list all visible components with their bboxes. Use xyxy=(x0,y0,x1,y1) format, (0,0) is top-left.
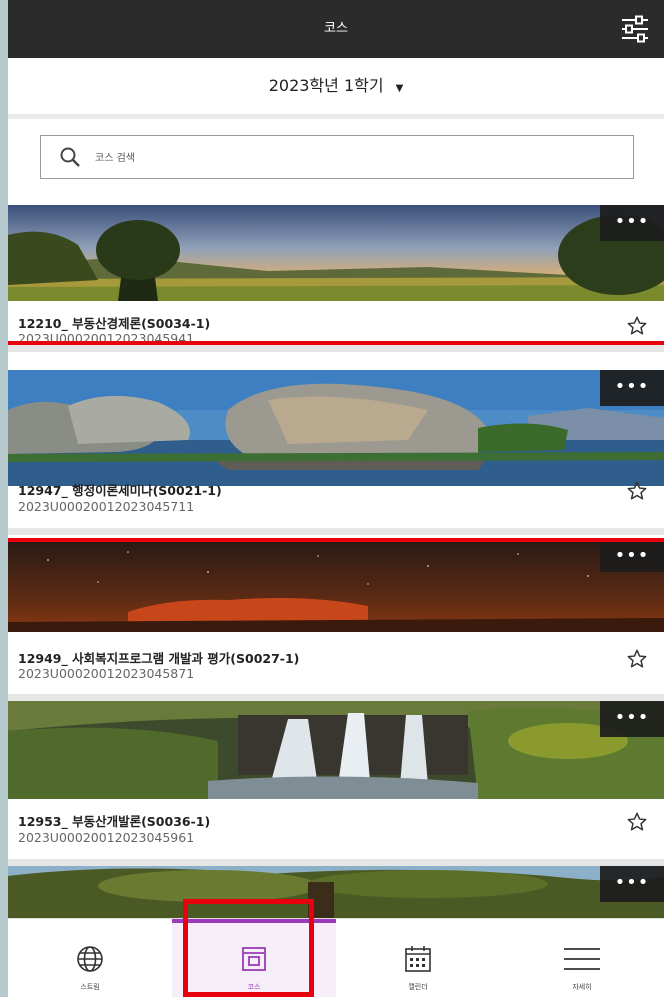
card-divider xyxy=(8,345,664,352)
card-divider xyxy=(8,694,664,701)
course-banner-image xyxy=(8,542,664,632)
search-icon xyxy=(60,147,80,167)
card-divider xyxy=(8,859,664,866)
calendar-icon xyxy=(405,946,431,972)
course-banner-image xyxy=(8,205,664,301)
star-icon[interactable] xyxy=(626,315,648,337)
app-screen: 코스 2023학년 1학기 ▼ 코스 검색 ••• 12210_ 부동산경제론(… xyxy=(8,0,664,997)
course-name[interactable]: 12949_ 사회복지프로그램 개발과 평가(S0027-1) xyxy=(18,648,299,667)
globe-icon xyxy=(77,946,103,972)
more-options-button[interactable]: ••• xyxy=(600,205,664,241)
bottom-nav: 스트림 코스 캘린더 자세히 xyxy=(8,918,664,997)
course-code: 2023U00020012023045871 xyxy=(18,666,195,681)
course-icon xyxy=(242,947,266,971)
course-name[interactable]: 12210_ 부동산경제론(S0034-1) xyxy=(18,313,210,332)
card-divider xyxy=(8,528,664,535)
course-banner-image xyxy=(8,370,664,486)
more-options-button[interactable]: ••• xyxy=(600,542,664,572)
nav-label: 코스 xyxy=(247,983,261,991)
star-icon[interactable] xyxy=(626,480,648,502)
nav-more[interactable]: 자세히 xyxy=(500,919,664,997)
search-box[interactable] xyxy=(40,135,634,179)
filter-button[interactable] xyxy=(620,15,650,43)
nav-label: 자세히 xyxy=(572,983,592,991)
nav-calendar[interactable]: 캘린더 xyxy=(336,919,500,997)
search-area xyxy=(8,119,664,205)
search-input[interactable] xyxy=(93,144,597,172)
chevron-down-icon: ▼ xyxy=(395,83,404,94)
star-icon[interactable] xyxy=(626,648,648,670)
course-card[interactable]: ••• 12949_ 사회복지프로그램 개발과 평가(S0027-1) 2023… xyxy=(8,542,664,694)
course-card[interactable]: ••• xyxy=(8,866,664,918)
course-name[interactable]: 12953_ 부동산개발론(S0036-1) xyxy=(18,811,210,830)
nav-label: 스트림 xyxy=(80,983,100,991)
top-bar: 코스 xyxy=(8,0,664,58)
course-card[interactable]: ••• 12947_ 행정이론세미나(S0021-1) 2023U0002001… xyxy=(8,352,664,528)
course-card[interactable]: ••• 12953_ 부동산개발론(S0036-1) 2023U00020012… xyxy=(8,701,664,859)
more-options-button[interactable]: ••• xyxy=(600,701,664,737)
menu-icon xyxy=(564,948,600,970)
sliders-icon xyxy=(622,15,648,43)
nav-courses[interactable]: 코스 xyxy=(172,919,336,997)
nav-label: 캘린더 xyxy=(408,983,428,991)
course-banner-image xyxy=(8,866,664,918)
term-label: 2023학년 1학기 xyxy=(268,76,384,95)
course-banner-image xyxy=(8,701,664,799)
more-options-button[interactable]: ••• xyxy=(600,866,664,902)
nav-stream[interactable]: 스트림 xyxy=(8,919,172,997)
star-icon[interactable] xyxy=(626,811,648,833)
course-code: 2023U00020012023045961 xyxy=(18,830,195,845)
course-code: 2023U00020012023045711 xyxy=(18,499,195,514)
course-name[interactable]: 12947_ 행정이론세미나(S0021-1) xyxy=(18,480,222,499)
term-selector[interactable]: 2023학년 1학기 ▼ xyxy=(8,58,664,119)
more-options-button[interactable]: ••• xyxy=(600,370,664,406)
page-title: 코스 xyxy=(324,21,348,36)
course-card[interactable]: ••• 12210_ 부동산경제론(S0034-1) 2023U00020012… xyxy=(8,205,664,346)
